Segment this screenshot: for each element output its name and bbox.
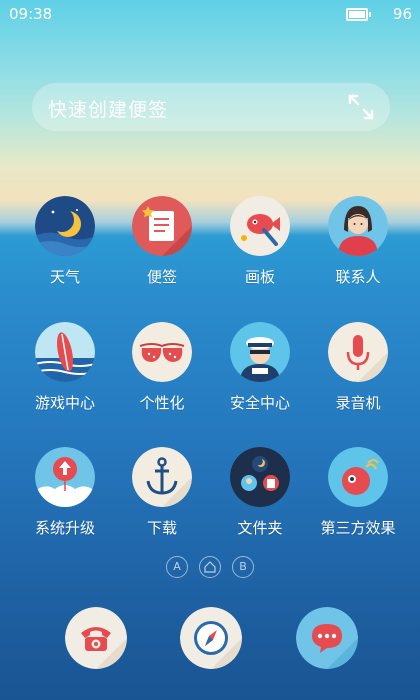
chat-bubble-icon[interactable] bbox=[296, 607, 358, 669]
app-label: 录音机 bbox=[335, 394, 381, 412]
app-label: 系统升级 bbox=[34, 519, 95, 537]
app-label: 画板 bbox=[244, 268, 275, 286]
folder-collage-icon bbox=[230, 447, 290, 507]
expand-icon[interactable] bbox=[346, 92, 376, 122]
page-dot-b[interactable]: B bbox=[232, 556, 254, 578]
app-label: 联系人 bbox=[335, 268, 381, 286]
app-label: 便签 bbox=[146, 268, 177, 286]
home-icon bbox=[204, 561, 216, 573]
status-time: 09:38 bbox=[9, 5, 53, 23]
app-label: 下载 bbox=[146, 519, 177, 537]
balloon-upload-icon bbox=[35, 447, 95, 507]
notepad-icon bbox=[132, 196, 192, 256]
status-bar: 09:38 96 bbox=[0, 0, 420, 28]
app-label: 文件夹 bbox=[237, 519, 283, 537]
paint-fish-icon bbox=[230, 196, 290, 256]
app-label: 天气 bbox=[49, 268, 80, 286]
quick-note-widget[interactable]: 快速创建便签 bbox=[32, 83, 390, 131]
home-page-dot[interactable] bbox=[199, 556, 221, 578]
page-indicator: A B bbox=[0, 556, 420, 580]
app-label: 安全中心 bbox=[229, 394, 290, 412]
red-fish-icon bbox=[328, 447, 388, 507]
bikini-icon bbox=[132, 322, 192, 382]
app-label: 个性化 bbox=[139, 394, 185, 412]
page-dot-a[interactable]: A bbox=[166, 556, 188, 578]
app-label: 游戏中心 bbox=[34, 394, 95, 412]
battery-level: 96 bbox=[392, 5, 412, 23]
anchor-icon bbox=[132, 447, 192, 507]
compass-icon[interactable] bbox=[180, 607, 242, 669]
sailor-icon bbox=[230, 322, 290, 382]
moon-night-icon bbox=[35, 196, 95, 256]
quick-note-label: 快速创建便签 bbox=[48, 99, 169, 121]
person-avatar-icon bbox=[328, 196, 388, 256]
battery-icon bbox=[346, 8, 371, 21]
microphone-icon bbox=[328, 322, 388, 382]
surfboard-icon bbox=[35, 322, 95, 382]
app-label: 第三方效果 bbox=[320, 519, 396, 537]
telephone-icon[interactable] bbox=[65, 607, 127, 669]
